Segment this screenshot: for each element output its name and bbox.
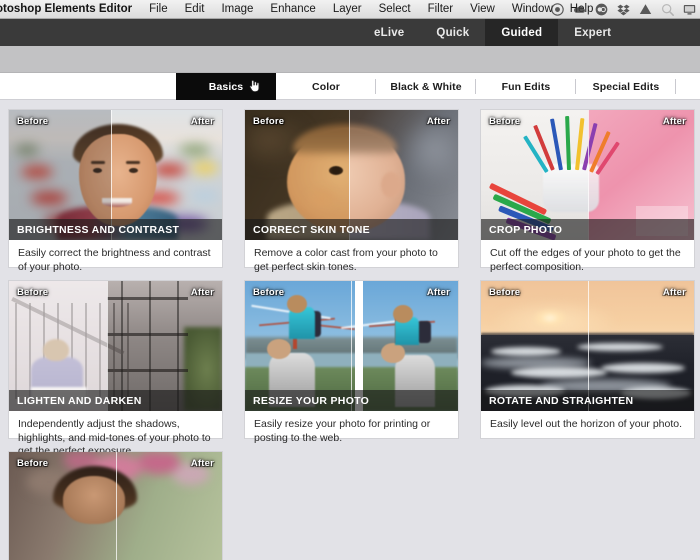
- card-description: Remove a color cast from your photo to g…: [254, 247, 438, 273]
- subtab-special-edits[interactable]: Special Edits: [576, 73, 676, 100]
- menu-item-image[interactable]: Image: [221, 3, 253, 15]
- menu-bar-tray: [551, 0, 696, 19]
- subtab-black-and-white-label: Black & White: [390, 80, 462, 93]
- after-label: After: [662, 116, 686, 127]
- menu-item-file[interactable]: File: [149, 3, 168, 15]
- tab-guided[interactable]: Guided: [485, 19, 559, 46]
- after-label: After: [426, 116, 450, 127]
- card-thumbnail: Before After: [9, 452, 222, 560]
- grid-row: Before After: [0, 452, 700, 560]
- card-thumbnail: Before After CROP PHOTO: [481, 110, 694, 240]
- card-title: BRIGHTNESS AND CONTRAST: [17, 223, 180, 236]
- card-description: Cut off the edges of your photo to get t…: [490, 247, 681, 273]
- card-caption-bar: CORRECT SKIN TONE: [245, 219, 458, 240]
- grid-row: Before After LIGHTEN AND DARKEN Independ…: [0, 281, 700, 457]
- guided-edit-card-resize-your-photo[interactable]: Before After RESIZE YOUR PHOTO Easily re…: [245, 281, 458, 444]
- tab-guided-label: Guided: [501, 26, 543, 39]
- subtab-color-label: Color: [312, 80, 340, 93]
- before-label: Before: [489, 287, 521, 298]
- menu-item-view[interactable]: View: [470, 3, 495, 15]
- card-description: Easily resize your photo for printing or…: [254, 418, 431, 444]
- after-label: After: [190, 116, 214, 127]
- menu-item-select[interactable]: Select: [379, 3, 411, 15]
- tab-expert[interactable]: Expert: [558, 19, 627, 46]
- after-label: After: [426, 287, 450, 298]
- card-thumbnail: Before After LIGHTEN AND DARKEN: [9, 281, 222, 411]
- after-label: After: [662, 287, 686, 298]
- after-label: After: [190, 287, 214, 298]
- subtab-color[interactable]: Color: [276, 73, 376, 100]
- after-label: After: [190, 458, 214, 469]
- before-label: Before: [489, 116, 521, 127]
- menu-item-edit[interactable]: Edit: [185, 3, 205, 15]
- menu-item-enhance[interactable]: Enhance: [270, 3, 315, 15]
- card-description: Easily correct the brightness and contra…: [18, 247, 211, 273]
- before-label: Before: [17, 458, 49, 469]
- card-caption-bar: RESIZE YOUR PHOTO: [245, 390, 458, 411]
- card-title: CORRECT SKIN TONE: [253, 223, 370, 236]
- cloud-icon[interactable]: [573, 3, 586, 16]
- dropbox-icon[interactable]: [617, 3, 630, 16]
- record-icon[interactable]: [551, 3, 564, 16]
- card-thumbnail: Before After ROTATE AND STRAIGHTEN: [481, 281, 694, 411]
- circle-logo-icon[interactable]: [595, 3, 608, 16]
- menu-item-layer[interactable]: Layer: [333, 3, 362, 15]
- card-title: RESIZE YOUR PHOTO: [253, 394, 370, 407]
- mode-tab-bar: eLive Quick Guided Expert: [0, 19, 700, 46]
- guided-category-bar: Basics Color Black & White Fun Edits Spe…: [0, 73, 700, 100]
- guided-edit-card-partial[interactable]: Before After: [9, 452, 222, 560]
- menu-item-filter[interactable]: Filter: [428, 3, 454, 15]
- card-title: ROTATE AND STRAIGHTEN: [489, 394, 634, 407]
- tab-quick-label: Quick: [436, 26, 470, 39]
- subtab-fun-edits-label: Fun Edits: [501, 80, 551, 93]
- app-name-label: otoshop Elements Editor: [0, 3, 133, 15]
- search-wrench-icon[interactable]: [661, 3, 674, 16]
- guided-edit-card-correct-skin-tone[interactable]: Before After CORRECT SKIN TONE Remove a …: [245, 110, 458, 273]
- subtab-divider: [675, 79, 676, 94]
- tab-expert-label: Expert: [574, 26, 612, 39]
- subtab-fun-edits[interactable]: Fun Edits: [476, 73, 576, 100]
- tab-elive-label: eLive: [374, 26, 405, 39]
- guided-edits-grid[interactable]: Before After BRIGHTNESS AND CONTRAST Eas…: [0, 100, 700, 560]
- drive-icon[interactable]: [639, 3, 652, 16]
- card-thumbnail: Before After CORRECT SKIN TONE: [245, 110, 458, 240]
- card-thumbnail: Before After RESIZE YOUR PHOTO: [245, 281, 458, 411]
- pointing-hand-cursor-icon: [249, 80, 260, 92]
- tab-quick[interactable]: Quick: [420, 19, 485, 46]
- card-thumbnail: Before After BRIGHTNESS AND CONTRAST: [9, 110, 222, 240]
- before-label: Before: [17, 287, 49, 298]
- card-title: CROP PHOTO: [489, 223, 563, 236]
- before-label: Before: [17, 116, 49, 127]
- subtab-basics[interactable]: Basics: [176, 73, 276, 100]
- guided-edit-card-rotate-and-straighten[interactable]: Before After ROTATE AND STRAIGHTEN Easil…: [481, 281, 694, 438]
- before-label: Before: [253, 116, 285, 127]
- tab-elive[interactable]: eLive: [358, 19, 420, 46]
- before-after-divider: [115, 452, 117, 560]
- guided-edit-card-crop-photo[interactable]: Before After CROP PHOTO Cut off the edge…: [481, 110, 694, 273]
- before-label: Before: [253, 287, 285, 298]
- subtab-special-edits-label: Special Edits: [592, 80, 660, 93]
- card-caption-bar: ROTATE AND STRAIGHTEN: [481, 390, 694, 411]
- guided-edit-card-lighten-and-darken[interactable]: Before After LIGHTEN AND DARKEN Independ…: [9, 281, 222, 457]
- grid-row: Before After BRIGHTNESS AND CONTRAST Eas…: [0, 110, 700, 273]
- card-caption-bar: CROP PHOTO: [481, 219, 694, 240]
- card-title: LIGHTEN AND DARKEN: [17, 394, 142, 407]
- menu-item-window[interactable]: Window: [512, 3, 553, 15]
- toolbar-gray-strip: [0, 46, 700, 73]
- display-icon[interactable]: [683, 3, 696, 16]
- subtab-basics-label: Basics: [208, 80, 244, 93]
- guided-edit-card-brightness-and-contrast[interactable]: Before After BRIGHTNESS AND CONTRAST Eas…: [9, 110, 222, 273]
- card-description: Easily level out the horizon of your pho…: [490, 418, 683, 430]
- subtab-black-and-white[interactable]: Black & White: [376, 73, 476, 100]
- macos-menu-bar: otoshop Elements Editor File Edit Image …: [0, 0, 700, 19]
- card-caption-bar: LIGHTEN AND DARKEN: [9, 390, 222, 411]
- card-caption-bar: BRIGHTNESS AND CONTRAST: [9, 219, 222, 240]
